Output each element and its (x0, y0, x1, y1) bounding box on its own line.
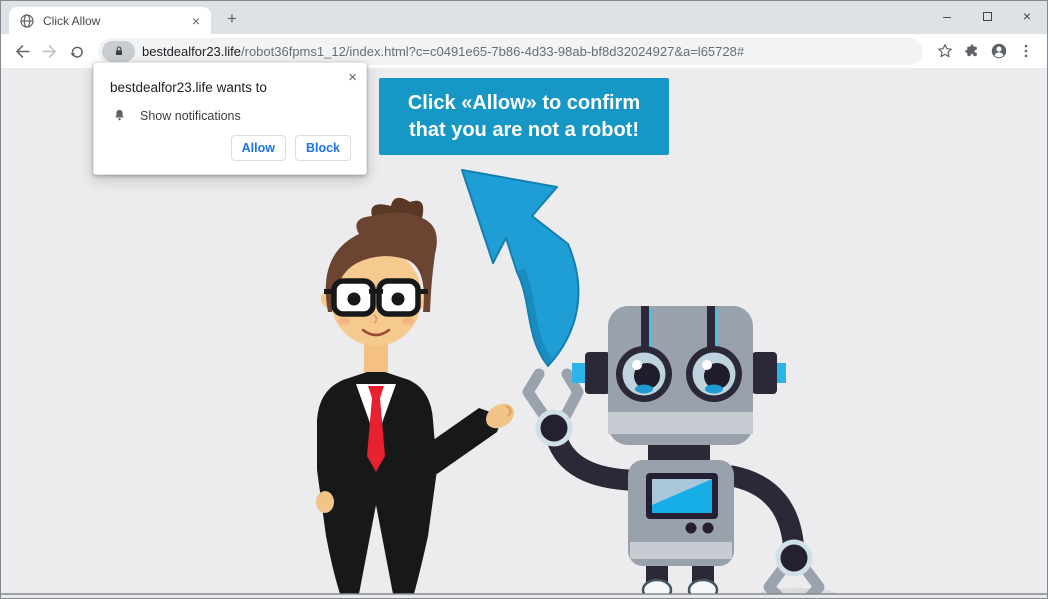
menu-button[interactable] (1012, 38, 1039, 65)
back-arrow-icon (13, 42, 32, 61)
site-info-button[interactable] (102, 41, 135, 62)
notification-bell-icon (112, 108, 127, 123)
puzzle-icon (963, 42, 981, 60)
click-allow-banner[interactable]: Click «Allow» to confirm that you are no… (379, 78, 669, 155)
url-path: /robot36fpms1_12/index.html?c=c0491e65-7… (241, 44, 744, 59)
star-icon (936, 42, 954, 60)
arrow-graphic (462, 170, 578, 366)
extensions-button[interactable] (958, 38, 985, 65)
maximize-icon (983, 12, 992, 21)
reload-button[interactable] (63, 38, 90, 65)
new-tab-button[interactable]: + (219, 6, 245, 32)
globe-favicon-icon (19, 13, 35, 29)
forward-button[interactable] (36, 38, 63, 65)
popup-title: bestdealfor23.life wants to (110, 80, 350, 95)
banner-line1: Click «Allow» to confirm (379, 90, 669, 117)
robot-graphic (528, 306, 835, 598)
banner-line2: that you are not a robot! (379, 117, 669, 144)
window-controls: – × (927, 1, 1047, 31)
man-graphic (316, 198, 519, 594)
url-text[interactable]: bestdealfor23.life/robot36fpms1_12/index… (142, 44, 744, 59)
kebab-menu-icon (1017, 42, 1035, 60)
profile-button[interactable] (985, 38, 1012, 65)
minimize-button[interactable]: – (927, 1, 967, 31)
forward-arrow-icon (40, 42, 59, 61)
avatar-icon (989, 41, 1009, 61)
permission-text: Show notifications (140, 109, 241, 123)
maximize-button[interactable] (967, 1, 1007, 31)
back-button[interactable] (9, 38, 36, 65)
block-button[interactable]: Block (295, 135, 351, 161)
reload-icon (68, 42, 86, 60)
robot-left-eye (616, 346, 672, 402)
browser-tab[interactable]: Click Allow × (9, 7, 211, 34)
tab-strip: Click Allow × + – × (1, 1, 1047, 34)
address-bar[interactable]: bestdealfor23.life/robot36fpms1_12/index… (98, 38, 923, 65)
bookmark-button[interactable] (931, 38, 958, 65)
url-domain: bestdealfor23.life (142, 44, 241, 59)
window-close-button[interactable]: × (1007, 1, 1047, 31)
tab-close-icon[interactable]: × (189, 13, 203, 29)
lock-icon (113, 45, 125, 57)
browser-window: Click Allow × + – × (0, 0, 1048, 599)
allow-button[interactable]: Allow (231, 135, 286, 161)
robot-right-eye (686, 346, 742, 402)
popup-close-icon[interactable]: × (348, 70, 357, 85)
tab-title: Click Allow (43, 14, 181, 28)
notification-permission-popup: × bestdealfor23.life wants to Show notif… (93, 62, 367, 175)
